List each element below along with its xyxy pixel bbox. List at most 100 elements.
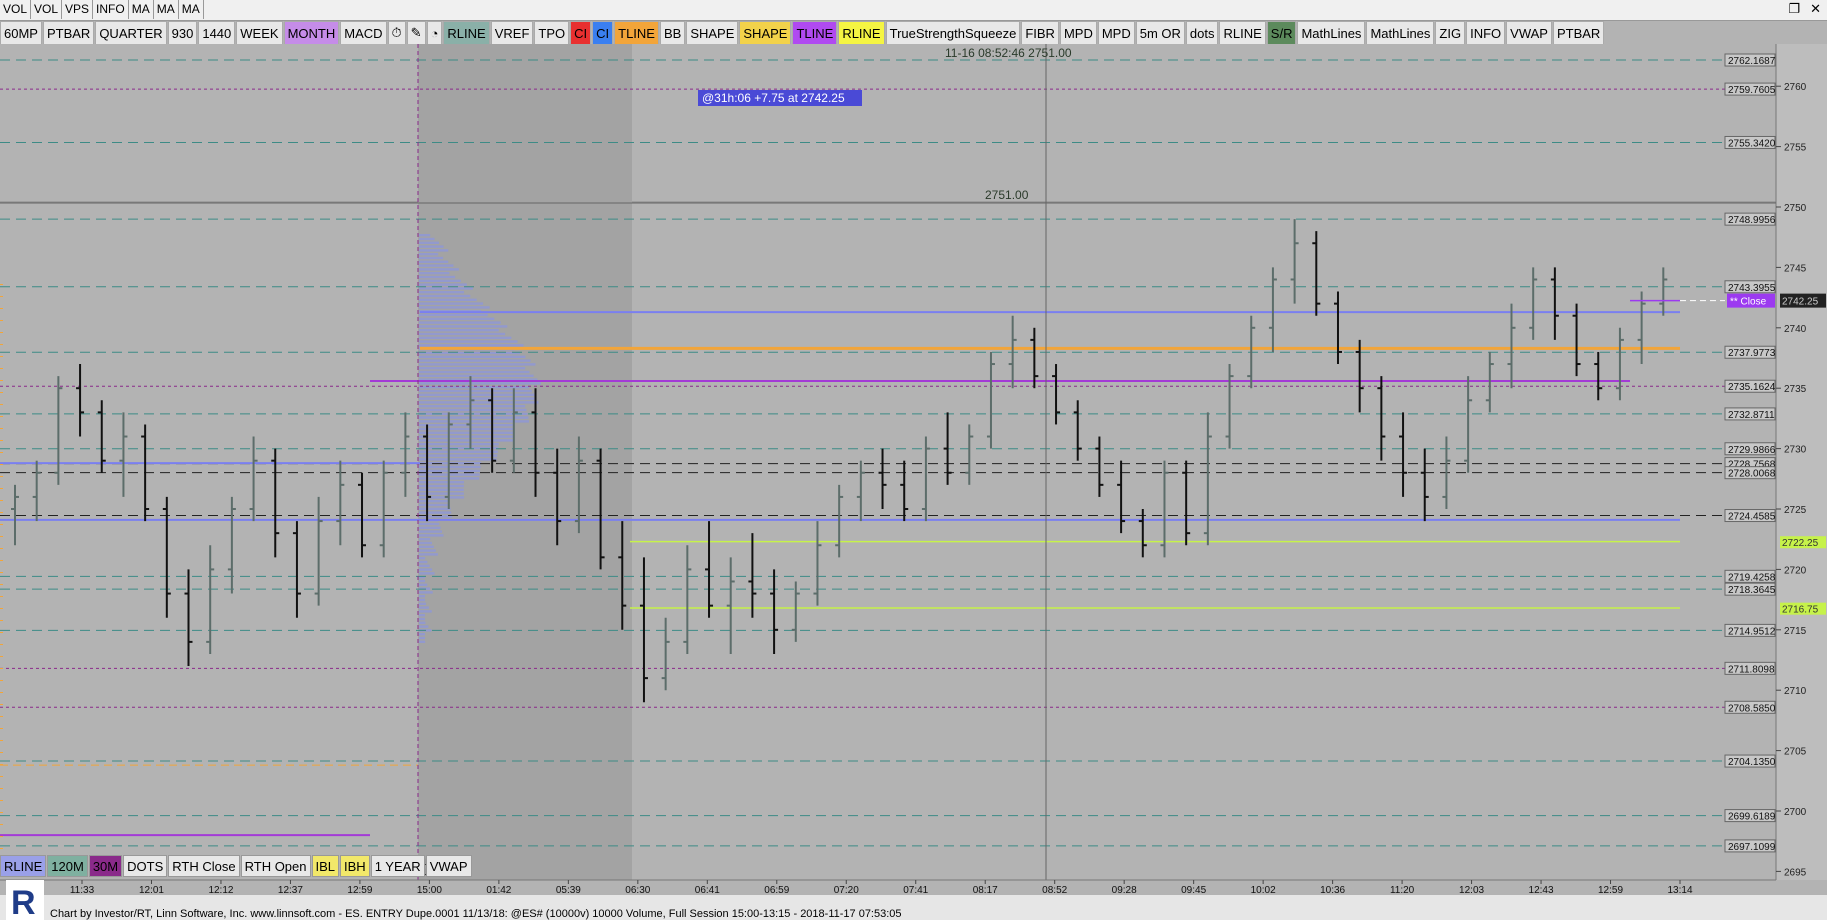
toolbar-button-2[interactable]: QUARTER (95, 21, 167, 45)
volume-profile-bar (419, 522, 440, 526)
toolbar-button-22[interactable]: TrueStrengthSqueeze (885, 21, 1021, 45)
toolbar-button-3[interactable]: 930 (167, 21, 198, 45)
left-tick (0, 740, 3, 741)
volume-profile-bar (419, 237, 435, 241)
toolbar-button-5[interactable]: WEEK (236, 21, 283, 45)
topbar-item-2[interactable]: VPS (62, 0, 94, 19)
left-tick (0, 596, 3, 597)
bottombar-button-1[interactable]: 120M (47, 855, 88, 877)
volume-profile-bar (419, 287, 473, 290)
topbar-item-4[interactable]: MA (129, 0, 154, 19)
price-bar (401, 412, 410, 497)
bottombar-button-9[interactable]: VWAP (425, 855, 472, 877)
volume-profile-bar (419, 359, 531, 362)
bottombar-button-4[interactable]: RTH Close (168, 855, 240, 877)
topbar-item-0[interactable]: VOL (0, 0, 32, 19)
bottombar-button-6[interactable]: IBL (311, 855, 340, 877)
toolbar-button-16[interactable]: TLINE (614, 21, 659, 45)
volume-profile-bar (419, 431, 515, 434)
x-tick-label: 05:39 (556, 885, 581, 895)
toolbar-button-33[interactable]: INFO (1466, 21, 1506, 45)
toolbar-button-17[interactable]: BB (659, 21, 686, 45)
volume-profile-bar (419, 401, 539, 404)
price-bar (76, 364, 85, 437)
topbar-item-6[interactable]: MA (179, 0, 204, 19)
level-label-2: 2755.3420 (1728, 138, 1776, 149)
restore-icon[interactable]: ❐ (1788, 1, 1800, 17)
toolbar-button-29[interactable]: S/R (1266, 21, 1297, 45)
green-price-label-0: 2722.25 (1782, 538, 1819, 549)
toolbar-button-30[interactable]: MathLines (1297, 21, 1366, 45)
y-tick-label: 2750 (1784, 203, 1807, 214)
level-label-3: 2748.9956 (1728, 215, 1776, 226)
toolbar-button-1[interactable]: PTBAR (42, 21, 95, 45)
toolbar-button-4[interactable]: 1440 (198, 21, 236, 45)
toolbar-button-32[interactable]: ZIG (1435, 21, 1466, 45)
price-bar (1073, 400, 1082, 461)
close-icon[interactable]: ✕ (1810, 1, 1821, 17)
toolbar-button-15[interactable]: CI (592, 21, 614, 45)
toolbar-button-24[interactable]: MPD (1059, 21, 1097, 45)
toolbar-button-34[interactable]: VWAP (1506, 21, 1552, 45)
toolbar-button-25[interactable]: MPD (1097, 21, 1135, 45)
x-tick-label: 12:12 (208, 885, 233, 895)
x-tick-label: 12:43 (1529, 885, 1554, 895)
price-bar (1485, 351, 1494, 413)
toolbar-button-6[interactable]: MONTH (283, 21, 340, 45)
volume-profile-bar (419, 306, 490, 309)
y-tick-label: 2740 (1784, 324, 1807, 335)
toolbar-button-19[interactable]: SHAPE (739, 21, 792, 45)
bottombar-button-0[interactable]: RLINE (0, 855, 47, 877)
price-bar (921, 436, 930, 522)
price-bar (119, 412, 128, 497)
toolbar-button-12[interactable]: VREF (490, 21, 534, 45)
topbar-item-1[interactable]: VOL (31, 0, 63, 19)
y-tick-label: 2710 (1784, 686, 1807, 697)
toolbar-button-7[interactable]: MACD (340, 21, 387, 45)
toolbar-button-27[interactable]: dots (1185, 21, 1219, 45)
toolbar-button-0[interactable]: 60MP (0, 21, 42, 45)
bottombar-button-3[interactable]: DOTS (123, 855, 168, 877)
volume-profile-bar (419, 553, 438, 556)
left-tick (0, 632, 3, 633)
toolbar-button-14[interactable]: CI (570, 21, 592, 45)
price-bar (1355, 339, 1364, 413)
topbar-item-5[interactable]: MA (154, 0, 179, 19)
toolbar-button-26[interactable]: 5m OR (1135, 21, 1185, 45)
volume-profile-bar (419, 534, 444, 537)
toolbar-button-20[interactable]: TLINE (792, 21, 838, 45)
left-tick (0, 812, 3, 813)
close-label: ** Close (1730, 297, 1767, 308)
toolbar-button-18[interactable]: SHAPE (686, 21, 739, 45)
close-price: 2742.25 (1782, 297, 1819, 308)
price-bar (1637, 291, 1646, 365)
bottombar-button-7[interactable]: IBH (340, 855, 370, 877)
topbar-item-3[interactable]: INFO (93, 0, 129, 19)
toolbar-button-28[interactable]: RLINE (1219, 21, 1266, 45)
toolbar-button-13[interactable]: TPO (534, 21, 570, 45)
volume-profile-bar (419, 382, 541, 385)
price-bar (1572, 303, 1581, 377)
toolbar-button-31[interactable]: MathLines (1366, 21, 1435, 45)
left-tick (0, 464, 3, 465)
left-tick (0, 584, 3, 585)
bottombar-button-8[interactable]: 1 YEAR (370, 855, 425, 877)
volume-profile-bar (419, 332, 506, 336)
bottombar-button-2[interactable]: 30M (88, 855, 123, 877)
toolbar-button-23[interactable]: FIBR (1021, 21, 1059, 45)
level-label-17: 2704.1350 (1728, 757, 1776, 768)
level-label-7: 2732.8711 (1728, 410, 1775, 421)
toolbar-button-35[interactable]: PTBAR (1552, 21, 1605, 45)
toolbar-button-10[interactable]: ◔ (426, 21, 443, 45)
bottombar-button-5[interactable]: RTH Open (240, 855, 311, 877)
volume-profile-bar (419, 329, 499, 332)
toolbar-button-11[interactable]: RLINE (443, 21, 490, 45)
price-bar (965, 424, 974, 485)
toolbar-button-9[interactable]: ✎ (406, 21, 426, 45)
toolbar-button-8[interactable]: ⏱ (387, 21, 406, 45)
toolbar-button-21[interactable]: RLINE (838, 21, 885, 45)
price-chart[interactable]: 2695 2700 2705 2710 2715 2720 2725 2730 2735 2740… (0, 44, 1827, 895)
volume-profile-bar (419, 496, 465, 499)
left-tick (0, 488, 3, 489)
price-bar (379, 460, 388, 558)
